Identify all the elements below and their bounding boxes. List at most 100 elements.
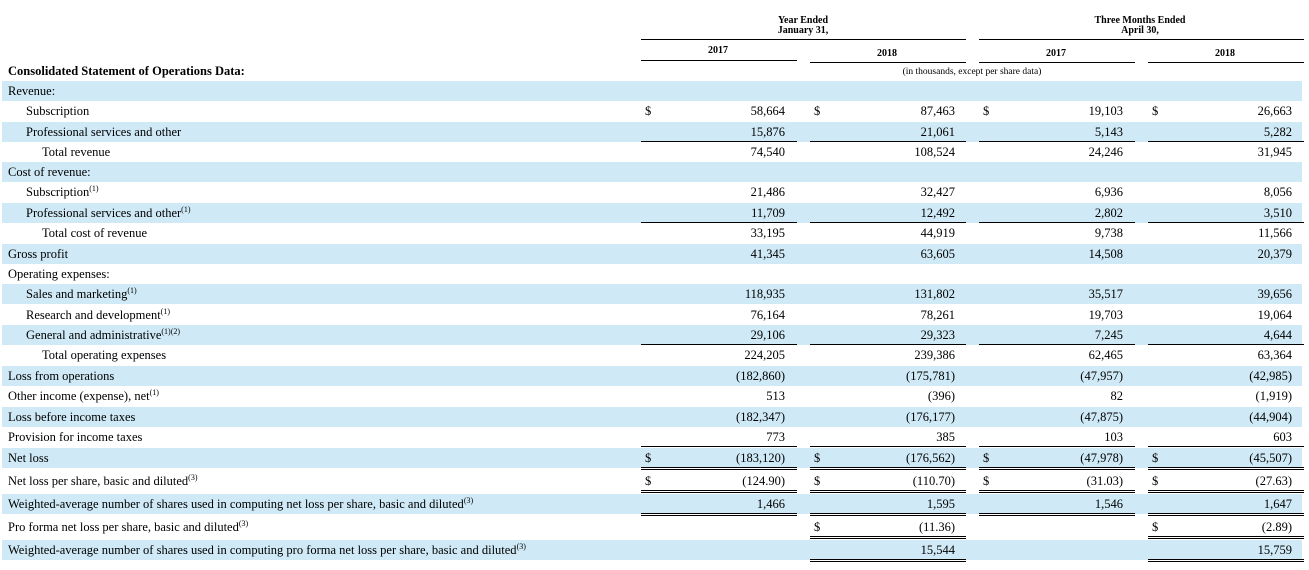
value-cell: 39,656	[1257, 287, 1292, 301]
currency-symbol: $	[814, 520, 821, 534]
double-underline	[810, 467, 966, 470]
table-row: Total revenue 74,540 108,524 24,246 31,945	[2, 142, 1302, 162]
value-cell: (47,875)	[1080, 410, 1123, 424]
value-cell: 82	[1110, 389, 1124, 403]
currency-symbol: $	[1152, 451, 1159, 465]
double-underline	[1148, 559, 1304, 562]
value-cell: 1,595	[926, 497, 955, 511]
table-row: Gross profit 41,345 63,605 14,508 20,379	[2, 244, 1302, 264]
table-row: Net loss per share, basic and diluted(3)…	[2, 471, 1302, 491]
currency-symbol: $	[645, 104, 652, 118]
row-label: Subscription(1)	[26, 182, 99, 202]
value-cell: 87,463	[920, 104, 955, 118]
row-label-text: General and administrative	[26, 328, 162, 342]
value-cell: (124.90)	[742, 474, 785, 488]
value-cell: 26,663	[1257, 104, 1292, 118]
double-underline	[979, 467, 1135, 470]
row-label: Total revenue	[42, 142, 110, 162]
value-cell: 12,492	[920, 206, 955, 220]
col-rule-3	[1148, 62, 1304, 63]
currency-symbol: $	[983, 104, 990, 118]
year-ended-header: Year Ended January 31,	[703, 16, 903, 36]
double-underline	[810, 490, 966, 493]
row-label-text: Revenue:	[8, 84, 56, 98]
underline	[641, 141, 797, 142]
value-cell: 15,544	[920, 543, 955, 557]
underline	[979, 222, 1135, 223]
double-underline	[1148, 513, 1304, 516]
row-label: Weighted-average number of shares used i…	[8, 494, 473, 514]
value-cell: (44,904)	[1249, 410, 1292, 424]
footnote-marker: (1)(2)	[161, 326, 181, 336]
table-row: Loss from operations (182,860) (175,781) (4…	[2, 366, 1302, 386]
row-label: Gross profit	[8, 244, 68, 264]
three-months-header: Three Months Ended April 30,	[1040, 16, 1240, 36]
value-cell: 5,282	[1263, 125, 1292, 139]
col-header-3: 2018	[1215, 48, 1235, 59]
value-cell: 239,386	[914, 348, 955, 362]
row-label-text: Operating expenses:	[8, 267, 110, 281]
value-cell: (31.03)	[1086, 474, 1123, 488]
table-row: Other income (expense), net(1) 513 (396) 82…	[2, 386, 1302, 406]
underline	[641, 222, 797, 223]
year-ended-date: January 31,	[777, 25, 829, 36]
value-cell: 35,517	[1088, 287, 1123, 301]
currency-symbol: $	[983, 474, 990, 488]
currency-symbol: $	[814, 104, 821, 118]
value-cell: 58,664	[750, 104, 785, 118]
table-row: Cost of revenue:	[2, 162, 1302, 182]
table-row: Research and development(1) 76,164 78,261 1…	[2, 305, 1302, 325]
row-label: Sales and marketing(1)	[26, 284, 137, 304]
row-label-text: Professional services and other	[26, 125, 182, 139]
underline	[810, 344, 966, 345]
table-row: Weighted-average number of shares used i…	[2, 540, 1302, 560]
row-label-text: Total operating expenses	[42, 348, 167, 362]
row-label: Net loss	[8, 448, 49, 468]
double-underline	[810, 536, 966, 539]
underline	[1148, 222, 1304, 223]
value-cell: 21,486	[750, 185, 785, 199]
value-cell: 63,605	[920, 247, 955, 261]
footnote-marker: (3)	[516, 541, 526, 551]
value-cell: 21,061	[920, 125, 955, 139]
row-label: Operating expenses:	[8, 264, 110, 284]
value-cell: 118,935	[744, 287, 785, 301]
value-cell: 103	[1104, 430, 1123, 444]
underline	[1148, 446, 1304, 447]
table-row: Pro forma net loss per share, basic and …	[2, 517, 1302, 537]
footnote-marker: (1)	[181, 204, 191, 214]
col-header-0: 2017	[708, 45, 728, 56]
value-cell: 11,709	[751, 206, 785, 220]
footnote-marker: (3)	[463, 495, 474, 505]
footnote-marker: (1)	[149, 387, 159, 397]
underline	[641, 344, 797, 345]
row-label-text: Cost of revenue:	[8, 165, 91, 179]
underline	[810, 141, 966, 142]
currency-symbol: $	[1152, 474, 1159, 488]
table-row: Weighted-average number of shares used i…	[2, 494, 1302, 514]
value-cell: (396)	[927, 389, 955, 403]
table-row: Total cost of revenue 33,195 44,919 9,738 11…	[2, 223, 1302, 243]
row-label: Professional services and other(1)	[26, 203, 191, 223]
value-cell: 8,056	[1263, 185, 1292, 199]
value-cell: (110.70)	[912, 474, 955, 488]
value-cell: 41,345	[750, 247, 785, 261]
value-cell: (45,507)	[1249, 451, 1292, 465]
value-cell: 32,427	[920, 185, 955, 199]
row-label-text: Subscription	[26, 104, 90, 118]
value-cell: (27.63)	[1255, 474, 1292, 488]
row-label: Provision for income taxes	[8, 427, 142, 447]
value-cell: (42,985)	[1249, 369, 1292, 383]
value-cell: 224,205	[744, 348, 785, 362]
row-label-text: Sales and marketing	[26, 287, 128, 301]
value-cell: 385	[936, 430, 955, 444]
value-cell: 1,466	[756, 497, 785, 511]
value-cell: 44,919	[920, 226, 955, 240]
underline	[810, 446, 966, 447]
three-months-rule	[979, 39, 1304, 40]
three-months-date: April 30,	[1121, 25, 1159, 36]
row-label-text: Pro forma net loss per share, basic and …	[8, 520, 239, 534]
value-cell: 29,323	[920, 328, 955, 342]
col-rule-1	[810, 62, 966, 63]
underline	[1148, 344, 1304, 345]
